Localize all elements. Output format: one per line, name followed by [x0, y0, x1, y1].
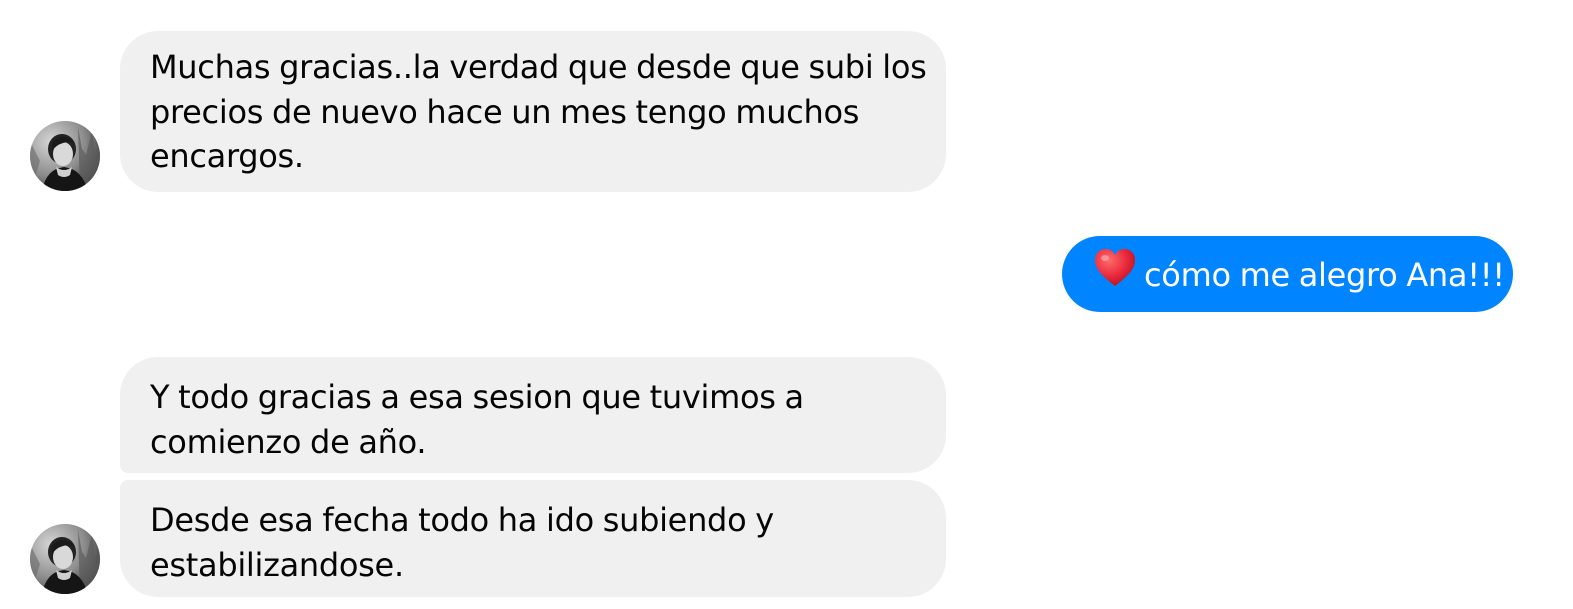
message-text-line: encargos. — [150, 137, 304, 175]
avatar-photo-icon — [30, 121, 100, 191]
message-text-line: Desde esa fecha todo ha ido subiendo y — [150, 501, 774, 539]
message-text-line: Y todo gracias a esa sesion que tuvimos … — [150, 378, 804, 416]
outgoing-message-text: cómo me alegro Ana!!! — [1144, 255, 1505, 294]
avatar-photo-icon — [30, 524, 100, 594]
message-text-line: Muchas gracias..la verdad que desde que … — [150, 48, 927, 86]
incoming-message-bubble[interactable]: Y todo gracias a esa sesion que tuvimos … — [120, 357, 946, 473]
message-text-line: precios de nuevo hace un mes tengo mucho… — [150, 92, 860, 131]
red-heart-icon — [1094, 248, 1136, 300]
incoming-message-bubble[interactable]: Desde esa fecha todo ha ido subiendo y e… — [120, 480, 946, 597]
message-text-line: comienzo de año. — [150, 422, 427, 461]
incoming-message-bubble[interactable]: Muchas gracias..la verdad que desde que … — [120, 31, 946, 192]
message-text-line: estabilizandose. — [150, 545, 404, 584]
contact-avatar[interactable] — [30, 121, 100, 191]
outgoing-message-bubble[interactable]: cómo me alegro Ana!!! — [1062, 236, 1513, 312]
contact-avatar[interactable] — [30, 524, 100, 594]
